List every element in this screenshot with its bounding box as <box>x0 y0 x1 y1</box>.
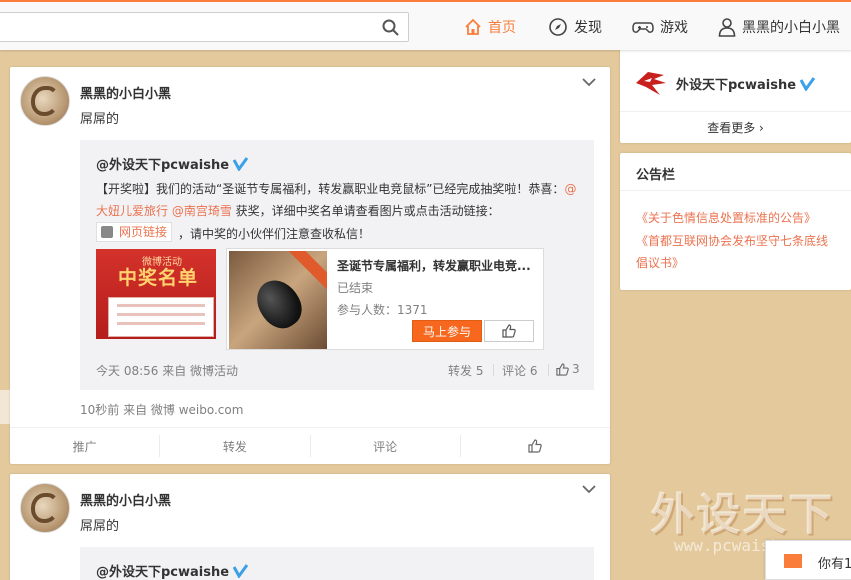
post-username[interactable]: 黑黑的小白小黑 <box>80 83 171 102</box>
repost-like-number: 3 <box>572 362 580 376</box>
repost-box: @外设天下pcwaishe <box>80 547 594 580</box>
pcwaishe-logo-icon[interactable] <box>634 69 668 97</box>
promote-button[interactable]: 推广 <box>10 435 161 457</box>
mouse-image[interactable] <box>229 251 327 349</box>
event-status: 已结束 <box>337 281 374 295</box>
compass-icon <box>549 18 567 36</box>
repost-text: 【开奖啦】我们的活动“圣诞节专属福利，转发赢职业电竞鼠标”已经完成抽奖啦！恭喜：… <box>96 178 586 245</box>
event-card[interactable]: 圣诞节专属福利，转发赢职业电竞... 已结束 参与人数：1371 马上参与 <box>226 248 544 350</box>
post-action-bar: 推广 转发 评论 <box>10 427 610 464</box>
post-text: 屌屌的 <box>80 112 120 127</box>
web-link[interactable]: 网页链接 <box>96 221 173 243</box>
verified-badge-icon <box>233 563 249 578</box>
notice-board: 公告栏 《关于色情信息处置标准的公告》 《首都互联网协会发布坚守七条底线 倡议书… <box>620 153 851 290</box>
top-navigation-bar: 首页 发现 游戏 黑黑的小白小黑 <box>0 0 851 50</box>
like-button[interactable] <box>461 435 610 457</box>
forward-button[interactable]: 转发 <box>160 435 311 457</box>
winner-list-image[interactable]: 微博活动 中奖名单 <box>96 249 216 339</box>
repost-comment-count[interactable]: 评论 6 <box>502 362 537 379</box>
thumbs-up-icon <box>528 439 543 453</box>
repost-username-text[interactable]: @外设天下pcwaishe <box>96 154 229 173</box>
verified-badge-icon <box>233 156 249 171</box>
repost-meta: 今天 08:56 来自 微博活动 <box>96 364 239 378</box>
repost-text-part1: 【开奖啦】我们的活动“圣诞节专属福利，转发赢职业电竞鼠标”已经完成抽奖啦！恭喜： <box>96 182 565 196</box>
event-title[interactable]: 圣诞节专属福利，转发赢职业电竞... <box>337 257 531 274</box>
nav-home[interactable]: 首页 <box>464 2 516 52</box>
post-meta: 10秒前 来自 微博 weibo.com <box>80 403 244 417</box>
verified-badge-icon <box>800 76 816 91</box>
divider <box>548 364 549 376</box>
notice-link[interactable]: 《关于色情信息处置标准的公告》 <box>636 207 836 229</box>
home-icon <box>465 18 481 35</box>
chevron-down-icon[interactable] <box>582 484 596 494</box>
chevron-down-icon[interactable] <box>582 77 596 87</box>
repost-username[interactable]: @外设天下pcwaishe <box>96 154 249 173</box>
feed-post: 黑黑的小白小黑 屌屌的 @外设天下pcwaishe <box>10 474 610 580</box>
mail-icon <box>784 554 802 568</box>
avatar[interactable] <box>20 483 70 533</box>
account-name-text[interactable]: 外设天下pcwaishe <box>676 74 796 93</box>
join-button[interactable]: 马上参与 <box>412 320 482 342</box>
gamepad-icon <box>632 22 654 33</box>
repost-username-text[interactable]: @外设天下pcwaishe <box>96 561 229 580</box>
notice-title: 公告栏 <box>620 153 851 191</box>
notice-link[interactable]: 倡议书》 <box>636 252 836 274</box>
search-box[interactable] <box>0 12 409 42</box>
link-icon <box>101 226 113 238</box>
thumbs-up-icon <box>556 362 569 376</box>
side-tab <box>0 390 10 424</box>
user-icon <box>718 18 736 37</box>
thumb-big-text: 中奖名单 <box>118 267 199 289</box>
nav-home-label: 首页 <box>488 20 516 36</box>
see-more-link[interactable]: 查看更多 › <box>620 111 851 143</box>
repost-text-part3: ，请中奖的小伙伴们注意查收私信！ <box>178 227 371 241</box>
account-card: 外设天下pcwaishe 查看更多 › <box>620 47 851 143</box>
account-name[interactable]: 外设天下pcwaishe <box>676 74 816 93</box>
divider <box>493 364 494 376</box>
event-like-button[interactable] <box>484 320 534 342</box>
nav-profile[interactable]: 黑黑的小白小黑 <box>718 2 840 52</box>
repost-username[interactable]: @外设天下pcwaishe <box>96 561 249 580</box>
nav-games-label: 游戏 <box>660 20 688 36</box>
nav-games[interactable]: 游戏 <box>632 2 688 52</box>
mention-link[interactable]: @南宫琦雪 <box>172 204 232 218</box>
web-link-label[interactable]: 网页链接 <box>119 221 167 243</box>
feed-post: 黑黑的小白小黑 屌屌的 @外设天下pcwaishe 【开奖啦】我们的活动“圣诞节… <box>10 67 610 464</box>
event-participants: 参与人数：1371 <box>337 303 428 317</box>
toast-text: 你有1 <box>818 557 851 572</box>
comment-button[interactable]: 评论 <box>311 435 461 457</box>
nav-profile-label: 黑黑的小白小黑 <box>742 20 840 36</box>
post-username[interactable]: 黑黑的小白小黑 <box>80 490 171 509</box>
notice-link[interactable]: 《首都互联网协会发布坚守七条底线 <box>636 230 836 252</box>
repost-box: @外设天下pcwaishe 【开奖啦】我们的活动“圣诞节专属福利，转发赢职业电竞… <box>80 140 594 390</box>
message-toast[interactable]: 你有1 <box>765 540 851 580</box>
watermark-text: 外设天下 <box>650 489 834 540</box>
repost-text-part2: 获奖，详细中奖名单请查看图片或点击活动链接： <box>231 204 500 218</box>
thumbs-up-icon <box>502 324 516 338</box>
avatar[interactable] <box>20 76 70 126</box>
nav-discover[interactable]: 发现 <box>548 2 602 52</box>
search-icon[interactable] <box>382 19 399 36</box>
nav-discover-label: 发现 <box>574 20 602 36</box>
repost-forward-count[interactable]: 转发 5 <box>448 362 483 379</box>
post-text: 屌屌的 <box>80 519 120 534</box>
winner-sheet <box>108 297 214 337</box>
repost-like-count[interactable]: 3 <box>556 362 580 376</box>
